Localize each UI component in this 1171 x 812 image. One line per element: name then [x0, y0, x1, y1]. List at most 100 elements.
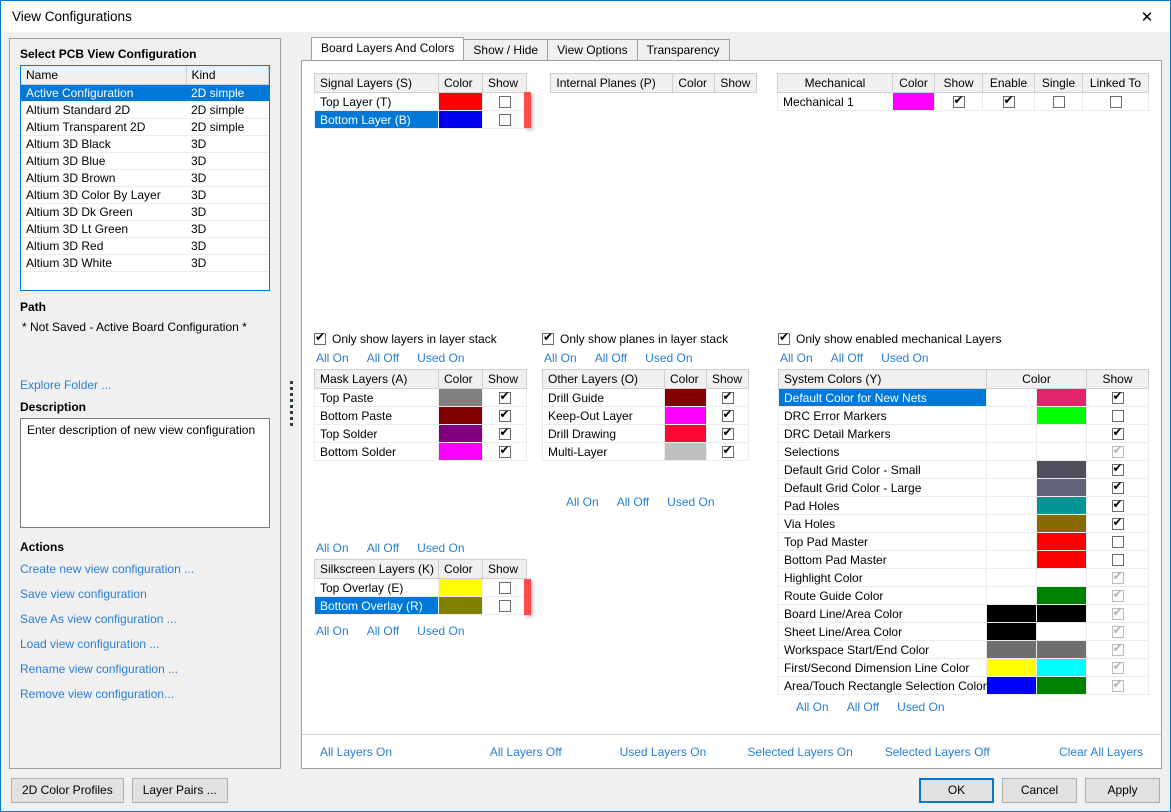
- color-swatch-primary[interactable]: [987, 479, 1036, 496]
- show-checkbox[interactable]: [1111, 536, 1124, 549]
- color-swatch-cell[interactable]: [664, 424, 707, 443]
- table-row[interactable]: Area/Touch Rectangle Selection Color: [778, 676, 1149, 695]
- color-swatch-primary[interactable]: [987, 641, 1036, 658]
- color-swatch-secondary[interactable]: [1037, 623, 1086, 640]
- show-checkbox[interactable]: [1111, 554, 1124, 567]
- color-swatch-secondary-cell[interactable]: [1036, 676, 1087, 695]
- show-checkbox[interactable]: [1111, 410, 1124, 423]
- show-cell[interactable]: [1086, 532, 1149, 551]
- mask-link-2[interactable]: Used On: [417, 541, 464, 555]
- color-swatch-primary-cell[interactable]: [986, 442, 1037, 461]
- table-row[interactable]: Bottom Solder: [314, 442, 527, 461]
- color-swatch-secondary[interactable]: [1037, 425, 1086, 442]
- tab-show-hide[interactable]: Show / Hide: [463, 39, 549, 61]
- color-swatch-secondary-cell[interactable]: [1036, 442, 1087, 461]
- bottom-link-3[interactable]: Selected Layers On: [732, 745, 869, 759]
- show-checkbox[interactable]: [1111, 515, 1124, 531]
- color-swatch-secondary-cell[interactable]: [1036, 388, 1087, 407]
- table-row[interactable]: Via Holes: [778, 514, 1149, 533]
- action-link-0[interactable]: Create new view configuration ...: [20, 562, 270, 576]
- color-swatch-primary[interactable]: [987, 407, 1036, 424]
- color-swatch-primary-cell[interactable]: [986, 604, 1037, 623]
- show-cell[interactable]: [1086, 460, 1149, 479]
- color-swatch-primary[interactable]: [987, 533, 1036, 550]
- table-row[interactable]: Top Layer (T): [314, 92, 527, 111]
- mechanical-link-0[interactable]: All On: [780, 351, 813, 365]
- show-cell[interactable]: [1086, 586, 1149, 605]
- color-swatch-cell[interactable]: [438, 596, 483, 615]
- color-swatch[interactable]: [439, 407, 482, 424]
- system-link-0[interactable]: All On: [796, 700, 829, 714]
- bottom-link-4[interactable]: Selected Layers Off: [869, 745, 1006, 759]
- tab-view-options[interactable]: View Options: [547, 39, 638, 61]
- silkscreen-scrollbar[interactable]: [524, 579, 531, 615]
- color-swatch[interactable]: [439, 389, 482, 406]
- show-checkbox[interactable]: [1111, 677, 1124, 693]
- color-swatch-primary[interactable]: [987, 587, 1036, 604]
- show-cell[interactable]: [706, 424, 749, 443]
- color-swatch[interactable]: [893, 93, 934, 110]
- color-swatch-secondary[interactable]: [1037, 677, 1086, 694]
- linked-to-checkbox[interactable]: [1109, 96, 1122, 109]
- planes-link-2[interactable]: Used On: [645, 351, 692, 365]
- show-cell[interactable]: [1086, 424, 1149, 443]
- color-swatch-secondary[interactable]: [1037, 407, 1086, 424]
- other-link-0[interactable]: All On: [566, 495, 599, 509]
- color-swatch[interactable]: [665, 407, 706, 424]
- color-swatch-cell[interactable]: [664, 406, 707, 425]
- show-checkbox[interactable]: [721, 444, 734, 459]
- table-row[interactable]: Default Color for New Nets: [778, 388, 1149, 407]
- color-swatch-primary-cell[interactable]: [986, 550, 1037, 569]
- bottom-link-0[interactable]: All Layers On: [320, 745, 457, 759]
- planes-link-0[interactable]: All On: [544, 351, 577, 365]
- show-cell[interactable]: [482, 442, 527, 461]
- color-swatch-primary[interactable]: [987, 659, 1036, 676]
- show-cell[interactable]: [706, 442, 749, 461]
- show-checkbox[interactable]: [721, 426, 734, 441]
- show-cell[interactable]: [1086, 442, 1149, 461]
- color-swatch-primary-cell[interactable]: [986, 622, 1037, 641]
- cancel-button[interactable]: Cancel: [1002, 777, 1077, 803]
- color-swatch-secondary-cell[interactable]: [1036, 424, 1087, 443]
- show-cell[interactable]: [1086, 478, 1149, 497]
- show-cell[interactable]: [1086, 658, 1149, 677]
- silkscreen-link-2[interactable]: Used On: [417, 624, 464, 638]
- show-cell[interactable]: [1086, 676, 1149, 695]
- silkscreen-link-0[interactable]: All On: [316, 624, 349, 638]
- table-row[interactable]: Default Grid Color - Small: [778, 460, 1149, 479]
- color-swatch-cell[interactable]: [664, 442, 707, 461]
- table-row[interactable]: Altium 3D Black 3D: [21, 135, 269, 153]
- color-swatch-secondary-cell[interactable]: [1036, 622, 1087, 641]
- color-swatch-primary-cell[interactable]: [986, 532, 1037, 551]
- show-checkbox[interactable]: [498, 390, 511, 405]
- color-swatch-cell[interactable]: [664, 388, 707, 407]
- show-cell[interactable]: [482, 578, 527, 597]
- action-link-1[interactable]: Save view configuration: [20, 587, 270, 601]
- color-swatch-primary[interactable]: [987, 443, 1036, 460]
- show-cell[interactable]: [1086, 622, 1149, 641]
- show-cell[interactable]: [482, 388, 527, 407]
- show-cell[interactable]: [1086, 640, 1149, 659]
- color-swatch[interactable]: [665, 389, 706, 406]
- color-swatch-secondary[interactable]: [1037, 641, 1086, 658]
- bottom-link-5[interactable]: Clear All Layers: [1006, 745, 1143, 759]
- color-swatch-primary[interactable]: [987, 389, 1036, 406]
- color-swatch-cell[interactable]: [438, 442, 483, 461]
- apply-button[interactable]: Apply: [1085, 777, 1160, 803]
- color-swatch-secondary[interactable]: [1037, 479, 1086, 496]
- show-checkbox[interactable]: [1111, 569, 1124, 585]
- color-swatch-primary-cell[interactable]: [986, 424, 1037, 443]
- color-swatch-primary-cell[interactable]: [986, 676, 1037, 695]
- show-cell[interactable]: [1086, 388, 1149, 407]
- color-swatch[interactable]: [439, 425, 482, 442]
- color-swatch-primary[interactable]: [987, 677, 1036, 694]
- show-checkbox[interactable]: [498, 96, 511, 109]
- show-cell[interactable]: [934, 92, 983, 111]
- table-row[interactable]: Altium 3D Color By Layer 3D: [21, 186, 269, 204]
- layer-pairs-button[interactable]: Layer Pairs ...: [131, 777, 228, 803]
- single-checkbox[interactable]: [1052, 96, 1065, 109]
- color-swatch-secondary-cell[interactable]: [1036, 568, 1087, 587]
- show-checkbox[interactable]: [721, 390, 734, 405]
- color-swatch-primary[interactable]: [987, 515, 1036, 532]
- table-row[interactable]: Drill Drawing: [542, 424, 749, 443]
